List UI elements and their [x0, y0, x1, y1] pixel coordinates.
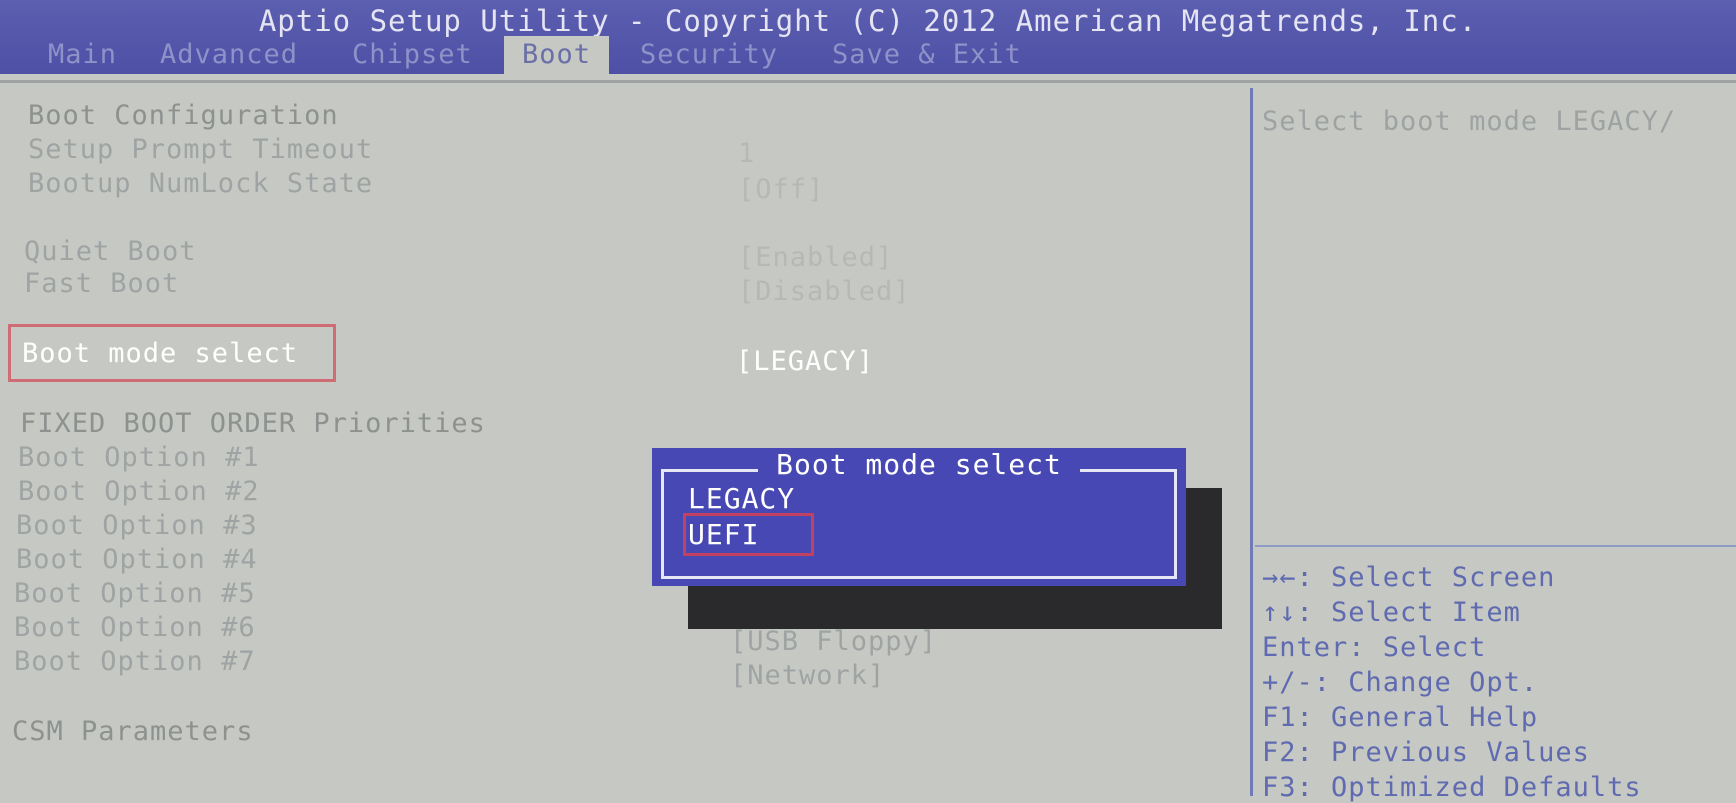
bios-header: Aptio Setup Utility - Copyright (C) 2012… — [0, 0, 1736, 74]
tab-main[interactable]: Main — [48, 36, 117, 74]
help-key-select-screen: →←: Select Screen — [1262, 562, 1556, 593]
boot-option-7-value[interactable]: [Network] — [730, 660, 885, 691]
help-separator — [1255, 545, 1736, 547]
boot-option-5-label[interactable]: Boot Option #5 — [14, 578, 256, 609]
tab-chipset[interactable]: Chipset — [352, 36, 473, 74]
tab-bar: Main Advanced Chipset Boot Security Save… — [0, 32, 1736, 74]
help-key-enter: Enter: Select — [1262, 632, 1487, 663]
header-rule — [0, 80, 1736, 83]
tab-save-exit[interactable]: Save & Exit — [832, 36, 1022, 74]
quiet-boot-label[interactable]: Quiet Boot — [24, 236, 197, 267]
help-key-f1: F1: General Help — [1262, 702, 1539, 733]
quiet-boot-value[interactable]: [Enabled] — [738, 242, 893, 273]
setup-prompt-timeout-value[interactable]: 1 — [738, 138, 755, 169]
boot-mode-select-value[interactable]: [LEGACY] — [736, 346, 874, 377]
boot-option-2-label[interactable]: Boot Option #2 — [18, 476, 260, 507]
tab-boot[interactable]: Boot — [504, 36, 610, 74]
tab-advanced[interactable]: Advanced — [160, 36, 298, 74]
csm-parameters-heading[interactable]: CSM Parameters — [12, 716, 254, 747]
popup-option-uefi[interactable]: UEFI — [682, 513, 815, 556]
tab-security[interactable]: Security — [640, 36, 778, 74]
boot-option-4-label[interactable]: Boot Option #4 — [16, 544, 258, 575]
boot-mode-select-label[interactable]: Boot mode select — [22, 338, 298, 369]
popup-option-legacy[interactable]: LEGACY — [688, 482, 795, 515]
boot-option-1-label[interactable]: Boot Option #1 — [18, 442, 260, 473]
help-key-f3: F3: Optimized Defaults — [1262, 772, 1642, 803]
popup-title-text: Boot mode select — [758, 448, 1080, 481]
panel-divider — [1250, 88, 1253, 796]
setup-prompt-timeout-label[interactable]: Setup Prompt Timeout — [28, 134, 373, 165]
fast-boot-value[interactable]: [Disabled] — [738, 276, 911, 307]
help-description: Select boot mode LEGACY/ — [1262, 106, 1677, 137]
boot-option-6-value[interactable]: [USB Floppy] — [730, 626, 937, 657]
bootup-numlock-value[interactable]: [Off] — [738, 174, 824, 205]
fixed-boot-order-heading: FIXED BOOT ORDER Priorities — [20, 408, 486, 439]
help-key-change-opt: +/-: Change Opt. — [1262, 667, 1539, 698]
help-key-f2: F2: Previous Values — [1262, 737, 1590, 768]
help-key-select-item: ↑↓: Select Item — [1262, 597, 1521, 628]
boot-option-7-label[interactable]: Boot Option #7 — [14, 646, 256, 677]
boot-option-6-label[interactable]: Boot Option #6 — [14, 612, 256, 643]
boot-configuration-heading: Boot Configuration — [28, 100, 339, 131]
boot-mode-popup: Boot mode select LEGACY UEFI — [652, 448, 1186, 586]
boot-option-3-label[interactable]: Boot Option #3 — [16, 510, 258, 541]
fast-boot-label[interactable]: Fast Boot — [24, 268, 179, 299]
bootup-numlock-label[interactable]: Bootup NumLock State — [28, 168, 373, 199]
popup-title: Boot mode select — [652, 448, 1186, 481]
